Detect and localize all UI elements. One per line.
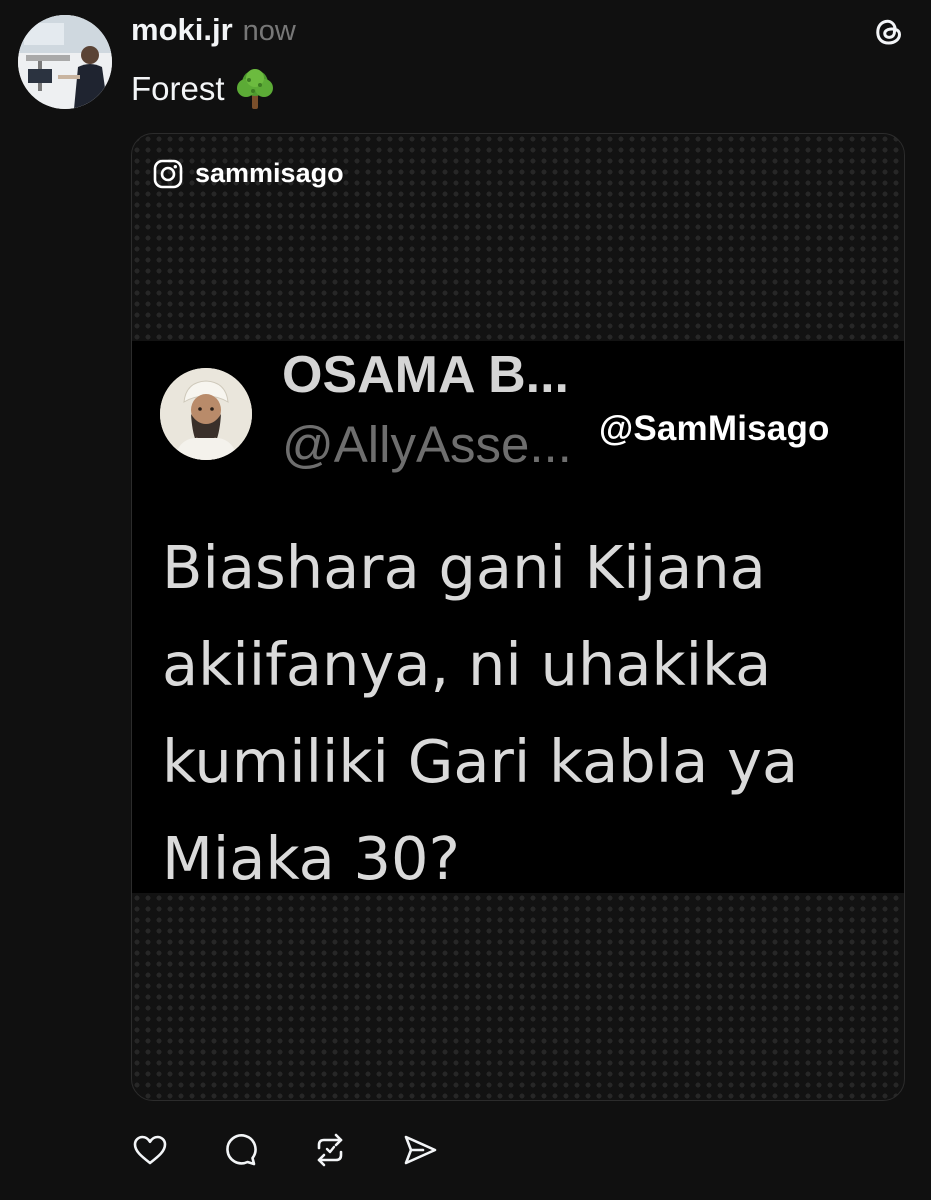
caption-text: Forest bbox=[131, 70, 225, 107]
heart-icon bbox=[133, 1135, 167, 1165]
post-actions bbox=[131, 1128, 439, 1172]
comment-icon bbox=[226, 1134, 257, 1166]
tweet-text: Biashara gani Kijana akiifanya, ni uhaki… bbox=[162, 519, 892, 907]
tweet-author-name: OSAMA B... bbox=[282, 346, 569, 404]
threads-logo-icon[interactable] bbox=[871, 14, 907, 50]
author-name[interactable]: moki.jr bbox=[131, 12, 233, 48]
tweet-avatar bbox=[160, 368, 252, 460]
post-timestamp: now bbox=[242, 15, 296, 47]
instagram-icon bbox=[153, 159, 183, 188]
tweet-text-line: kumiliki Gari kabla ya bbox=[162, 727, 799, 796]
share-icon bbox=[404, 1135, 437, 1165]
author-avatar[interactable] bbox=[18, 15, 112, 109]
share-button[interactable] bbox=[401, 1131, 439, 1169]
tweet-text-line: Miaka 30? bbox=[162, 824, 460, 893]
like-button[interactable] bbox=[131, 1131, 169, 1169]
tweet-text-line: Biashara gani Kijana bbox=[162, 533, 766, 602]
author-line: moki.jr now bbox=[131, 12, 296, 52]
post-header: moki.jr now Forest bbox=[0, 0, 931, 120]
repost-button[interactable] bbox=[311, 1131, 349, 1169]
repost-icon bbox=[317, 1133, 343, 1167]
reply-button[interactable] bbox=[221, 1131, 259, 1169]
watermark-handle: @SamMisago bbox=[599, 409, 830, 448]
tweet-avatar-photo bbox=[160, 368, 252, 460]
instagram-handle: sammisago bbox=[195, 158, 344, 188]
author-avatar-photo bbox=[18, 15, 112, 109]
instagram-credit: sammisago bbox=[153, 158, 344, 189]
tweet-text-line: akiifanya, ni uhakika bbox=[162, 630, 772, 699]
tweet-screenshot: OSAMA B... @AllyAsse... @SamMisago Biash… bbox=[132, 341, 904, 893]
post-media-card[interactable]: sammisago OSAMA B... @AllyAsse... @SamMi… bbox=[131, 133, 905, 1101]
deciduous-tree-emoji bbox=[236, 69, 273, 109]
post-caption: Forest bbox=[131, 68, 275, 110]
tweet-author-handle: @AllyAsse... bbox=[282, 416, 572, 473]
